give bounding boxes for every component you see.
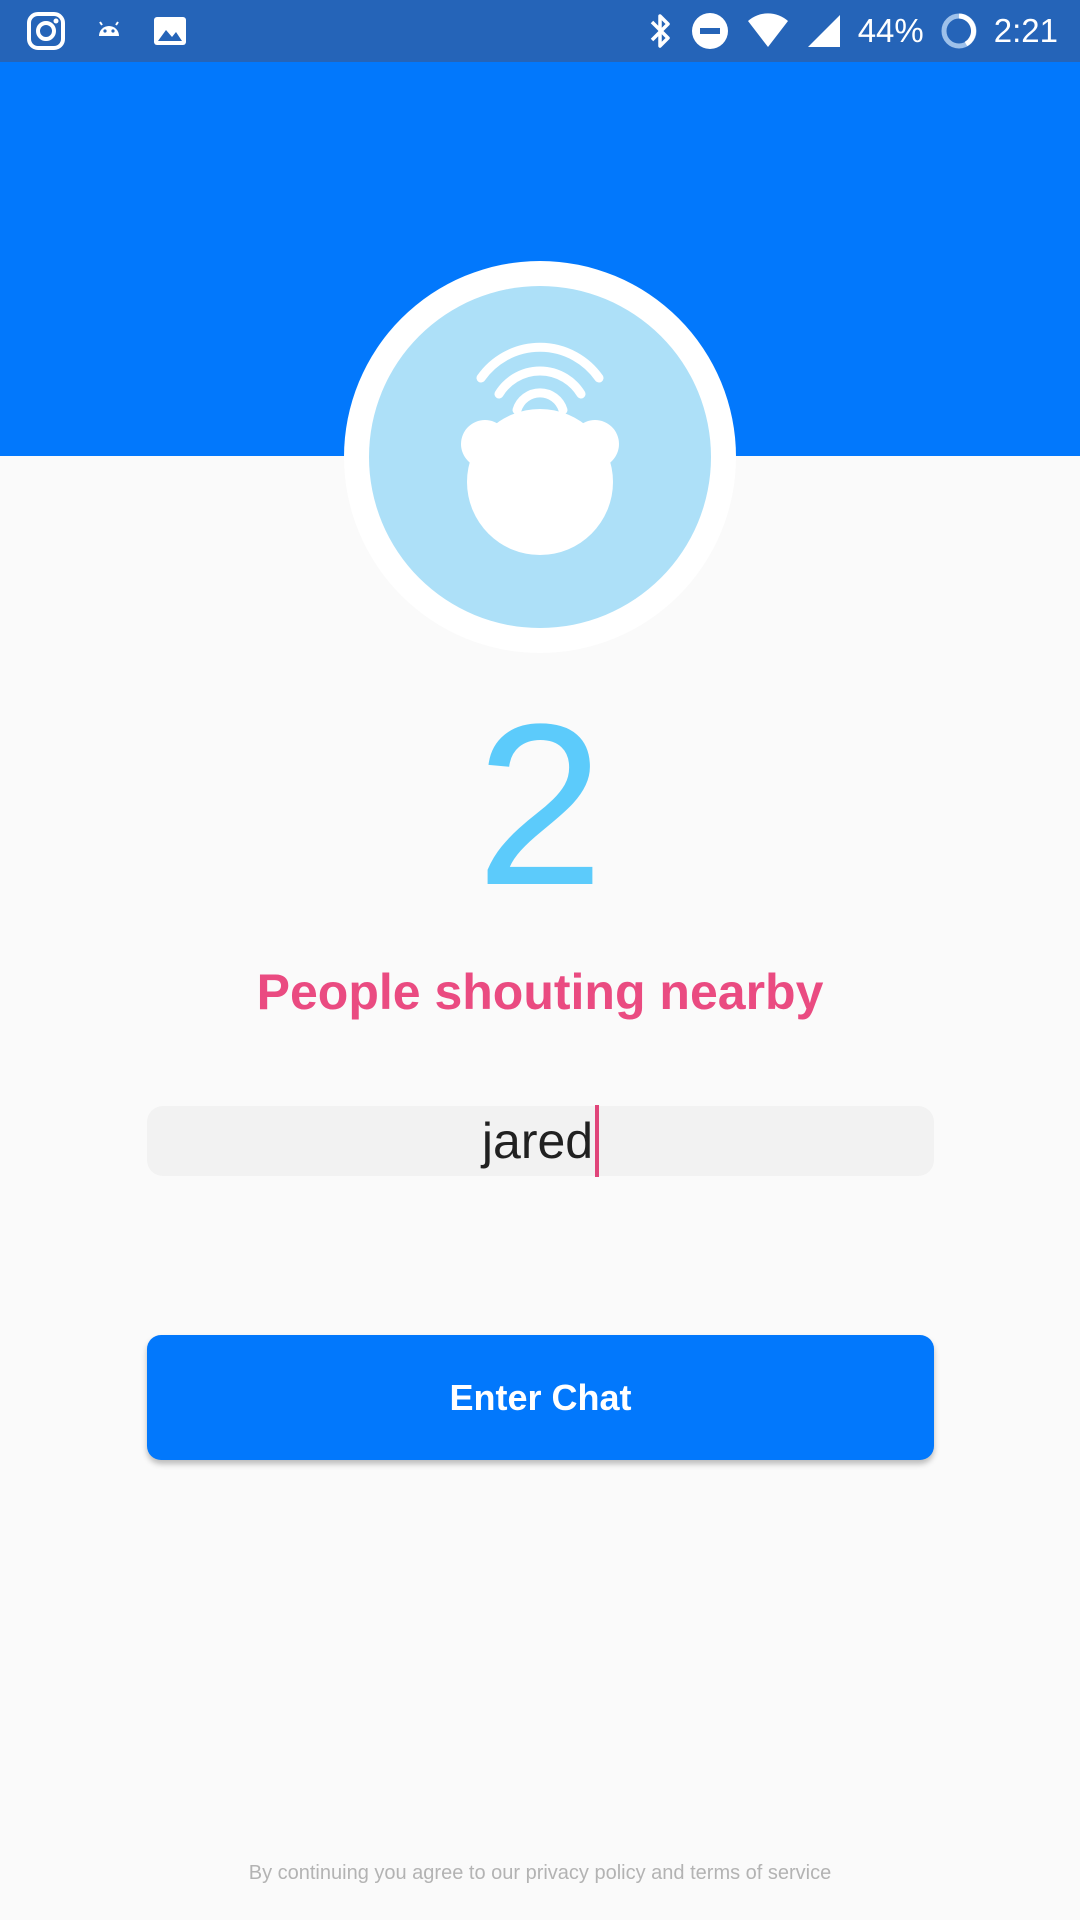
nearby-label: People shouting nearby bbox=[256, 964, 824, 1020]
signal-icon bbox=[806, 11, 842, 51]
enter-chat-button[interactable]: Enter Chat bbox=[147, 1335, 934, 1460]
do-not-disturb-icon bbox=[690, 11, 730, 51]
bluetooth-icon bbox=[648, 11, 674, 51]
instagram-icon bbox=[26, 11, 66, 51]
battery-icon bbox=[940, 12, 978, 50]
text-cursor bbox=[595, 1105, 600, 1177]
status-bar: 44% 2:21 bbox=[0, 0, 1080, 62]
app-logo bbox=[344, 261, 736, 653]
clock: 2:21 bbox=[993, 12, 1058, 49]
battery-percent: 44% bbox=[857, 12, 924, 49]
name-input-value: jared bbox=[481, 1113, 594, 1169]
bear-broadcast-icon bbox=[461, 342, 619, 555]
terms-notice: By continuing you agree to our privacy p… bbox=[248, 1862, 832, 1884]
logo-badge bbox=[369, 286, 711, 628]
enter-chat-label: Enter Chat bbox=[449, 1376, 632, 1418]
image-icon bbox=[152, 13, 188, 49]
app-screen: 44% 2:21 2 People shouting nearby jared … bbox=[0, 0, 1080, 1920]
wifi-icon bbox=[746, 11, 790, 51]
name-input-field[interactable]: jared bbox=[147, 1105, 934, 1177]
nearby-count: 2 bbox=[476, 676, 604, 933]
name-input[interactable]: jared bbox=[147, 1105, 934, 1177]
notification-icons bbox=[26, 10, 188, 52]
system-icons: 44% 2:21 bbox=[648, 8, 1058, 54]
android-icon bbox=[92, 14, 126, 48]
